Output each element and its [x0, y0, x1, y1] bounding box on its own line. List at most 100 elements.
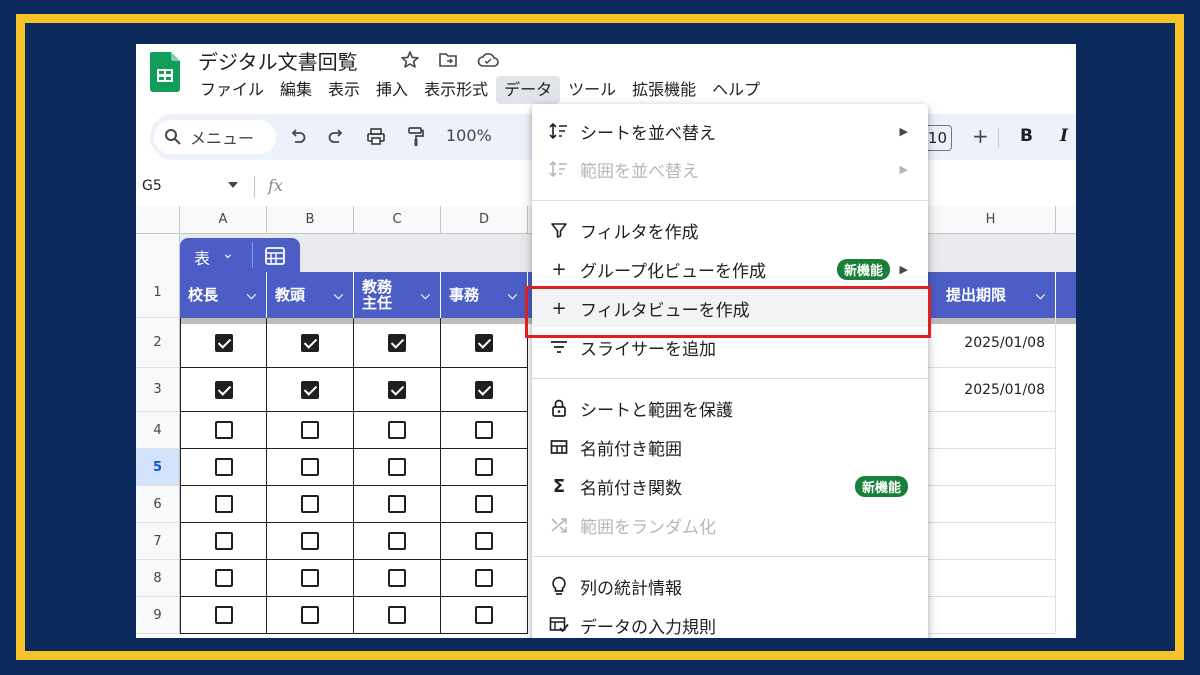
paint-format-icon[interactable]: [404, 125, 428, 149]
row-header-8[interactable]: 8: [136, 560, 180, 597]
checkbox-checked[interactable]: [214, 380, 233, 399]
header-cell-vice-principal[interactable]: 教頭 ⌵: [267, 272, 354, 318]
menu-item-create-group-view[interactable]: + グループ化ビューを作成 新機能 ▶: [532, 250, 928, 288]
deadline-cell[interactable]: [926, 486, 1056, 523]
bold-button[interactable]: B: [1020, 126, 1033, 146]
checkbox-unchecked[interactable]: [301, 606, 319, 624]
column-header-b[interactable]: B: [267, 206, 354, 234]
redo-icon[interactable]: [324, 125, 348, 149]
chevron-down-icon[interactable]: ⌵: [247, 288, 256, 303]
document-title[interactable]: デジタル文書回覧: [198, 46, 358, 75]
table-settings-icon[interactable]: [264, 246, 286, 266]
checkbox-unchecked[interactable]: [301, 532, 319, 550]
header-cell-office[interactable]: 事務 ⌵: [441, 272, 528, 318]
deadline-cell[interactable]: 2025/01/08: [926, 368, 1056, 412]
menu-item-create-filter[interactable]: フィルタを作成: [532, 211, 928, 249]
checkbox-unchecked[interactable]: [301, 569, 319, 587]
move-to-folder-icon[interactable]: [436, 48, 460, 72]
menu-search[interactable]: メニュー: [154, 120, 276, 154]
menu-format[interactable]: 表示形式: [416, 76, 496, 104]
chevron-down-icon[interactable]: ⌵: [421, 288, 430, 303]
checkbox-unchecked[interactable]: [301, 458, 319, 476]
checkbox-checked[interactable]: [388, 333, 406, 352]
menu-edit[interactable]: 編集: [272, 76, 320, 104]
select-all-corner[interactable]: [136, 206, 180, 234]
checkbox-unchecked[interactable]: [301, 421, 319, 439]
header-cell-principal[interactable]: 校長 ⌵: [180, 272, 267, 318]
menu-view[interactable]: 表示: [320, 76, 368, 104]
checkbox-unchecked[interactable]: [214, 532, 233, 550]
checkbox-unchecked[interactable]: [388, 606, 406, 624]
checkbox-unchecked[interactable]: [388, 458, 406, 476]
menu-item-sort-sheet[interactable]: シートを並べ替え ▶: [532, 112, 928, 150]
print-icon[interactable]: [364, 125, 388, 149]
checkbox-checked[interactable]: [388, 380, 406, 399]
checkbox-unchecked[interactable]: [475, 421, 493, 439]
checkbox-unchecked[interactable]: [214, 495, 233, 513]
checkbox-unchecked[interactable]: [301, 495, 319, 513]
header-cell-deadline[interactable]: 提出期限 ⌵: [926, 272, 1056, 318]
checkbox-unchecked[interactable]: [214, 458, 233, 476]
menu-file[interactable]: ファイル: [192, 76, 272, 104]
checkbox-checked[interactable]: [301, 380, 319, 399]
menu-item-randomize-range[interactable]: 範囲をランダム化: [532, 506, 928, 544]
menu-item-named-functions[interactable]: Σ 名前付き関数 新機能: [532, 467, 928, 505]
deadline-cell[interactable]: [926, 412, 1056, 449]
menu-tools[interactable]: ツール: [560, 76, 624, 104]
deadline-cell[interactable]: [926, 449, 1056, 486]
menu-item-data-validation[interactable]: データの入力規則: [532, 606, 928, 638]
menu-item-protect-sheets[interactable]: シートと範囲を保護: [532, 389, 928, 427]
name-box[interactable]: G5: [142, 178, 162, 194]
header-cell-academic-chief[interactable]: 教務 主任 ⌵: [354, 272, 441, 318]
chevron-down-icon[interactable]: ⌵: [508, 288, 517, 303]
menu-data[interactable]: データ: [496, 76, 561, 104]
checkbox-unchecked[interactable]: [388, 569, 406, 587]
menu-item-column-stats[interactable]: 列の統計情報: [532, 567, 928, 605]
menu-insert[interactable]: 挿入: [368, 76, 416, 104]
row-header-2[interactable]: 2: [136, 318, 180, 368]
chevron-down-icon[interactable]: ⌵: [334, 288, 343, 303]
checkbox-unchecked[interactable]: [475, 569, 493, 587]
checkbox-checked[interactable]: [301, 333, 319, 352]
increase-font-size-button[interactable]: +: [972, 124, 989, 148]
row-header-6[interactable]: 6: [136, 486, 180, 523]
deadline-cell[interactable]: 2025/01/08: [926, 318, 1056, 368]
column-header-d[interactable]: D: [441, 206, 528, 234]
deadline-cell[interactable]: [926, 523, 1056, 560]
deadline-cell[interactable]: [926, 560, 1056, 597]
column-header-c[interactable]: C: [354, 206, 441, 234]
sheets-logo-icon[interactable]: [150, 52, 180, 92]
row-header-3[interactable]: 3: [136, 368, 180, 412]
name-box-caret-icon[interactable]: [228, 182, 238, 188]
column-header-h[interactable]: H: [926, 206, 1056, 234]
deadline-cell[interactable]: [926, 597, 1056, 634]
row-header-7[interactable]: 7: [136, 523, 180, 560]
checkbox-unchecked[interactable]: [214, 421, 233, 439]
menu-help[interactable]: ヘルプ: [704, 76, 768, 104]
checkbox-unchecked[interactable]: [475, 606, 493, 624]
checkbox-unchecked[interactable]: [388, 532, 406, 550]
checkbox-unchecked[interactable]: [214, 606, 233, 624]
cloud-saved-icon[interactable]: [476, 48, 500, 72]
italic-button[interactable]: I: [1060, 126, 1068, 146]
zoom-select[interactable]: 100%: [446, 126, 492, 145]
menu-item-sort-range[interactable]: 範囲を並べ替え ▶: [532, 150, 928, 188]
chevron-down-icon[interactable]: ⌄: [222, 246, 234, 262]
chevron-down-icon[interactable]: ⌵: [1036, 288, 1045, 303]
checkbox-unchecked[interactable]: [475, 458, 493, 476]
checkbox-checked[interactable]: [475, 333, 493, 352]
checkbox-unchecked[interactable]: [475, 532, 493, 550]
checkbox-unchecked[interactable]: [388, 421, 406, 439]
checkbox-checked[interactable]: [214, 333, 233, 352]
column-header-a[interactable]: A: [180, 206, 267, 234]
checkbox-unchecked[interactable]: [388, 495, 406, 513]
menu-item-named-ranges[interactable]: 名前付き範囲: [532, 428, 928, 466]
table-tab[interactable]: 表 ⌄: [180, 238, 300, 272]
star-icon[interactable]: [398, 48, 422, 72]
row-header-4[interactable]: 4: [136, 412, 180, 449]
checkbox-checked[interactable]: [475, 380, 493, 399]
row-header-9[interactable]: 9: [136, 597, 180, 634]
menu-extensions[interactable]: 拡張機能: [624, 76, 704, 104]
row-header-5[interactable]: 5: [136, 449, 180, 486]
checkbox-unchecked[interactable]: [214, 569, 233, 587]
